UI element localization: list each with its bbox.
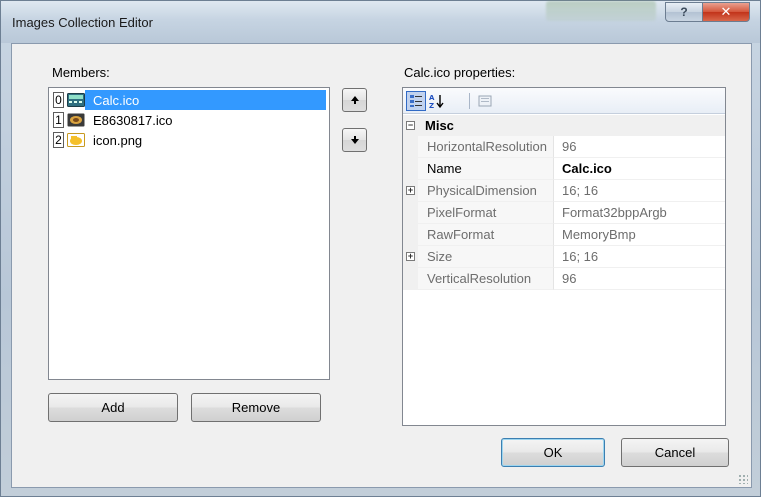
property-value[interactable]: 96	[554, 268, 725, 290]
move-down-button[interactable]	[342, 128, 367, 152]
ok-button[interactable]: OK	[501, 438, 605, 467]
property-row[interactable]: RawFormat MemoryBmp	[403, 224, 725, 246]
item-name: icon.png	[93, 132, 143, 148]
property-name: Size	[418, 246, 554, 268]
close-button[interactable]: ✕	[702, 2, 750, 22]
svg-text:Z: Z	[429, 102, 434, 109]
property-value[interactable]: 16; 16	[554, 246, 725, 268]
arrow-down-icon	[350, 136, 359, 144]
item-name: Calc.ico	[93, 92, 140, 108]
property-name: PhysicalDimension	[418, 180, 554, 202]
property-value[interactable]: Calc.ico	[554, 158, 725, 180]
property-row[interactable]: HorizontalResolution 96	[403, 136, 725, 158]
list-item[interactable]: 2 icon.png	[51, 130, 327, 150]
row-gutter	[403, 136, 418, 158]
row-gutter: +	[403, 180, 418, 202]
property-value[interactable]: 16; 16	[554, 180, 725, 202]
property-row[interactable]: + Size 16; 16	[403, 246, 725, 268]
toolbar-separator	[469, 93, 470, 109]
collapse-icon[interactable]: −	[406, 121, 415, 130]
property-pages-button[interactable]	[475, 91, 495, 111]
calculator-icon	[67, 93, 85, 107]
row-gutter	[403, 202, 418, 224]
row-gutter	[403, 158, 418, 180]
add-button[interactable]: Add	[48, 393, 178, 422]
property-value[interactable]: 96	[554, 136, 725, 158]
property-value[interactable]: MemoryBmp	[554, 224, 725, 246]
members-label: Members:	[52, 65, 110, 80]
property-name: VerticalResolution	[418, 268, 554, 290]
item-name: E8630817.ico	[93, 112, 173, 128]
property-grid[interactable]: AZ − Misc HorizontalResolution 96 Name C…	[402, 87, 726, 426]
help-button[interactable]: ?	[665, 2, 703, 22]
title-bar[interactable]: Images Collection Editor ? ✕	[1, 1, 760, 43]
row-gutter: +	[403, 246, 418, 268]
svg-text:A: A	[429, 94, 435, 102]
titlebar-background-glow	[546, 1, 656, 21]
property-pages-icon	[478, 95, 492, 107]
property-value[interactable]: Format32bppArgb	[554, 202, 725, 224]
arrow-up-icon	[350, 96, 359, 104]
dialog-window: Images Collection Editor ? ✕ Members: 0 …	[0, 0, 761, 497]
categorized-view-button[interactable]	[406, 91, 426, 111]
list-item[interactable]: 1 E8630817.ico	[51, 110, 327, 130]
expand-icon[interactable]: +	[406, 186, 415, 195]
close-icon: ✕	[720, 4, 732, 19]
property-name: PixelFormat	[418, 202, 554, 224]
property-row[interactable]: VerticalResolution 96	[403, 268, 725, 290]
property-name: RawFormat	[418, 224, 554, 246]
property-name: Name	[418, 158, 554, 180]
dialog-client-area: Members: 0 Calc.ico 1 E8630817.ico 2 ico…	[11, 43, 752, 488]
folder-icon	[67, 133, 85, 147]
move-up-button[interactable]	[342, 88, 367, 112]
property-row[interactable]: + PhysicalDimension 16; 16	[403, 180, 725, 202]
remove-button[interactable]: Remove	[191, 393, 321, 422]
list-item[interactable]: 0 Calc.ico	[51, 90, 327, 110]
sort-alphabetical-icon: AZ	[429, 94, 444, 109]
alphabetical-view-button[interactable]: AZ	[427, 91, 447, 111]
properties-label: Calc.ico properties:	[404, 65, 516, 80]
property-name: HorizontalResolution	[418, 136, 554, 158]
members-listbox[interactable]: 0 Calc.ico 1 E8630817.ico 2 icon.png	[48, 87, 330, 380]
cancel-button[interactable]: Cancel	[621, 438, 729, 467]
help-icon: ?	[680, 5, 688, 19]
row-gutter	[403, 224, 418, 246]
item-index: 0	[53, 92, 64, 108]
expand-icon[interactable]: +	[406, 252, 415, 261]
row-gutter	[403, 268, 418, 290]
item-index: 1	[53, 112, 64, 128]
property-row[interactable]: PixelFormat Format32bppArgb	[403, 202, 725, 224]
property-grid-toolbar: AZ	[403, 88, 725, 114]
property-row[interactable]: Name Calc.ico	[403, 158, 725, 180]
category-misc[interactable]: − Misc	[403, 115, 725, 136]
categorized-icon	[410, 95, 422, 107]
category-label: Misc	[425, 118, 454, 133]
item-index: 2	[53, 132, 64, 148]
resize-grip[interactable]	[738, 474, 748, 484]
image-icon	[67, 113, 85, 127]
window-title: Images Collection Editor	[12, 15, 153, 30]
